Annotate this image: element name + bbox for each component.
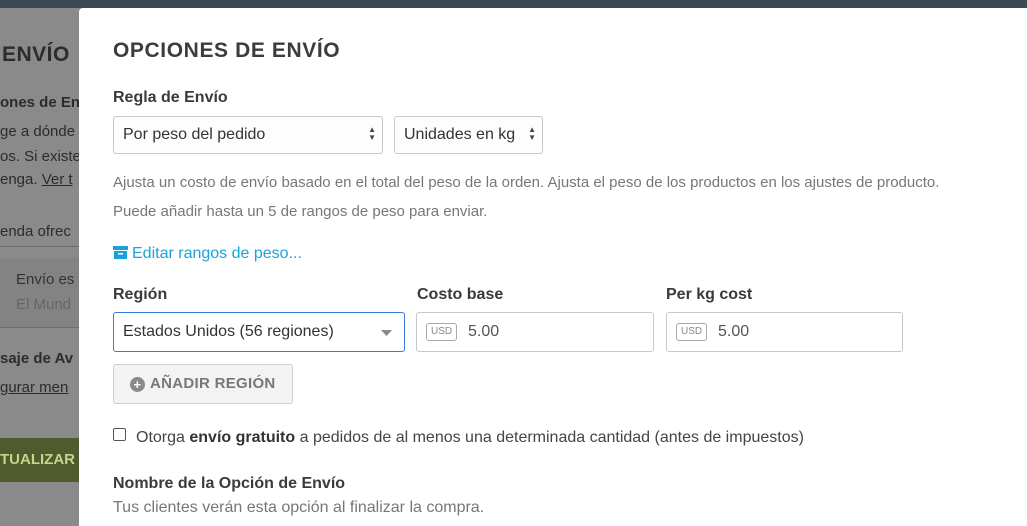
background-text: ge a dónde (0, 123, 76, 140)
background-text: enga. Ver t (0, 171, 73, 188)
divider (0, 246, 79, 247)
background-section-heading: saje de Av (0, 350, 74, 367)
edit-ranges-link[interactable]: Editar rangos de peso... (113, 245, 302, 263)
base-cost-label: Costo base (417, 286, 504, 303)
select-arrows-icon: ▲ ▼ (528, 125, 536, 142)
background-link[interactable]: gurar men (0, 379, 68, 396)
region-label: Región (113, 286, 168, 303)
modal-title: OPCIONES DE ENVÍO (113, 39, 341, 62)
background-panel: Envío es El Mund (0, 258, 79, 328)
top-bar (0, 0, 1027, 8)
help-text: Puede añadir hasta un 5 de rangos de pes… (113, 203, 488, 220)
add-region-button[interactable]: + AÑADIR REGIÓN (113, 364, 293, 404)
currency-badge: USD (426, 323, 458, 341)
units-select-value: Unidades en kg (404, 126, 516, 143)
option-name-help: Tus clientes verán esta opción al finali… (113, 499, 485, 516)
rule-select[interactable]: Por peso del pedido ▲ ▼ (113, 116, 383, 154)
per-kg-cost-label: Per kg cost (666, 286, 753, 303)
units-select[interactable]: Unidades en kg ▲ ▼ (394, 116, 543, 154)
per-kg-cost-value: 5.00 (718, 323, 750, 340)
background-link[interactable]: Ver t (42, 171, 73, 188)
free-shipping-suffix: a pedidos de al menos una determinada ca… (299, 429, 804, 446)
rule-select-value: Por peso del pedido (123, 126, 266, 143)
rule-label: Regla de Envío (113, 89, 228, 106)
region-select-value: Estados Unidos (56 regiones) (123, 323, 334, 340)
help-text: Ajusta un costo de envío basado en el to… (113, 174, 940, 191)
shipping-options-modal: OPCIONES DE ENVÍO Regla de Envío Por pes… (79, 8, 1027, 526)
per-kg-cost-input[interactable]: USD 5.00 (666, 312, 903, 352)
free-shipping-checkbox[interactable] (113, 428, 126, 441)
background-text-fragment: enga. (0, 171, 38, 188)
divider (0, 327, 79, 328)
background-page-title: ENVÍO (2, 43, 70, 66)
base-cost-value: 5.00 (468, 323, 500, 340)
background-panel-sub: El Mund (16, 296, 72, 313)
edit-ranges-link-label: Editar rangos de peso... (132, 245, 302, 262)
background-panel-title: Envío es (16, 271, 75, 288)
background-update-button[interactable]: TUALIZAR (0, 438, 79, 482)
base-cost-input[interactable]: USD 5.00 (416, 312, 654, 352)
background-text: enda ofrec (0, 223, 71, 240)
free-shipping-prefix: Otorga (136, 429, 185, 446)
option-name-label: Nombre de la Opción de Envío (113, 475, 346, 492)
background-section-heading: ones de En (0, 94, 81, 111)
plus-circle-icon: + (130, 377, 145, 392)
free-shipping-bold: envío gratuito (189, 429, 296, 446)
caret-down-icon (381, 330, 392, 336)
region-select[interactable]: Estados Unidos (56 regiones) (113, 312, 405, 352)
add-region-button-label: AÑADIR REGIÓN (150, 375, 276, 392)
archive-box-icon (113, 246, 128, 259)
select-arrows-icon: ▲ ▼ (368, 125, 376, 142)
currency-badge: USD (676, 323, 708, 341)
free-shipping-text: Otorga envío gratuito a pedidos de al me… (136, 429, 804, 447)
background-text: os. Si existe (0, 148, 81, 165)
